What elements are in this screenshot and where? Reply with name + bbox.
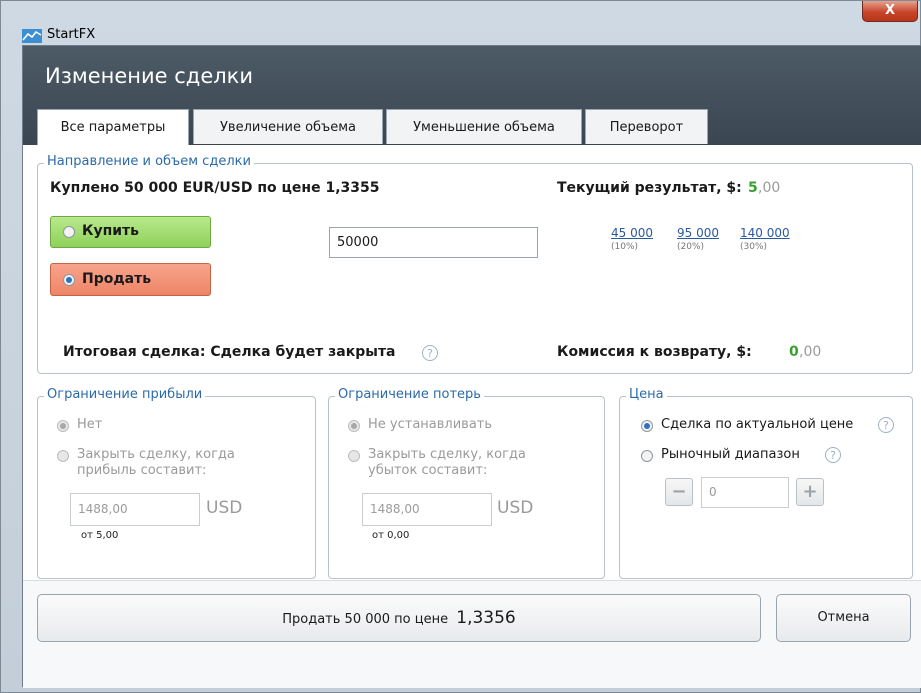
price-range-label: Рыночный диапазон [661, 447, 800, 462]
price-legend: Цена [626, 387, 667, 402]
quick-volume-95000-pct: (20%) [677, 242, 705, 252]
quick-volume-140000[interactable]: 140 000 [740, 226, 790, 240]
loss-min-note: от 0,00 [372, 530, 410, 541]
loss-currency: USD [497, 498, 534, 518]
final-deal-label: Итоговая сделка: Сделка будет закрыта [63, 344, 396, 360]
quick-volume-45000[interactable]: 45 000 [611, 226, 653, 240]
close-button[interactable]: X [862, 1, 918, 22]
current-result-dec: ,00 [758, 180, 781, 196]
buy-option-button[interactable]: Купить [50, 216, 211, 248]
sell-option-button[interactable]: Продать [50, 263, 211, 296]
profit-close-line1: Закрыть сделку, когда [77, 447, 235, 462]
tab-increase-volume[interactable]: Увеличение объема [193, 109, 383, 144]
submit-sell-text: Продать 50 000 по цене [282, 612, 449, 627]
loss-close-line1: Закрыть сделку, когда [368, 447, 526, 462]
direction-legend: Направление и объем сделки [44, 154, 254, 169]
sell-radio[interactable] [63, 274, 75, 286]
loss-close-line2: убыток составит: [368, 463, 488, 478]
buy-label: Купить [82, 223, 140, 239]
final-deal-help-icon[interactable]: ? [422, 345, 438, 361]
dialog-window: StartFX X Изменение сделки Все параметры… [0, 0, 921, 693]
submit-sell-price: 1,3356 [456, 608, 516, 628]
profit-none-label: Нет [77, 417, 103, 432]
sell-label: Продать [82, 271, 152, 287]
buy-radio[interactable] [63, 226, 75, 238]
quick-volume-95000[interactable]: 95 000 [677, 226, 719, 240]
title-bar[interactable]: StartFX X [1, 1, 920, 45]
profit-min-note: от 5,00 [81, 530, 119, 541]
profit-limit-legend: Ограничение прибыли [44, 387, 206, 402]
profit-currency: USD [206, 498, 243, 518]
quick-volume-45000-pct: (10%) [611, 242, 639, 252]
price-range-help-icon[interactable]: ? [825, 447, 841, 463]
price-current-label: Сделка по актуальной цене [661, 417, 854, 432]
profit-amount-input[interactable]: 1488,00 [70, 493, 200, 526]
volume-input[interactable]: 50000 [329, 227, 538, 258]
tab-decrease-volume[interactable]: Уменьшение объема [386, 109, 582, 144]
loss-close-radio[interactable] [348, 450, 360, 462]
action-bar: Продать 50 000 по цене 1,3356 Отмена [23, 580, 921, 688]
price-current-radio[interactable] [641, 420, 653, 432]
range-decrement-button[interactable]: − [665, 478, 693, 506]
loss-none-radio[interactable] [348, 420, 360, 432]
commission-label: Комиссия к возврату, $: [557, 344, 752, 360]
range-value-input[interactable]: 0 [701, 477, 789, 508]
commission-dec: ,00 [799, 344, 822, 360]
price-current-help-icon[interactable]: ? [878, 417, 894, 433]
tab-all-params[interactable]: Все параметры [37, 109, 189, 145]
cancel-button[interactable]: Отмена [776, 594, 911, 642]
profit-close-line2: прибыль составит: [77, 463, 207, 478]
current-result-label: Текущий результат, $: [557, 180, 742, 196]
profit-none-radio[interactable] [57, 420, 69, 432]
profit-close-radio[interactable] [57, 450, 69, 462]
loss-amount-input[interactable]: 1488,00 [362, 493, 492, 526]
window-title: StartFX [47, 27, 96, 42]
current-result-int: 5 [748, 180, 758, 196]
dialog-header: Изменение сделки Все параметры Увеличени… [23, 46, 921, 145]
submit-sell-button[interactable]: Продать 50 000 по цене 1,3356 [37, 594, 761, 642]
quick-volume-140000-pct: (30%) [740, 242, 768, 252]
bought-summary: Куплено 50 000 EUR/USD по цене 1,3355 [50, 180, 380, 196]
page-title: Изменение сделки [45, 64, 254, 88]
dialog-content: Изменение сделки Все параметры Увеличени… [22, 45, 921, 688]
loss-none-label: Не устанавливать [368, 417, 493, 432]
app-chart-icon [22, 29, 42, 43]
tab-reverse[interactable]: Переворот [585, 109, 708, 144]
range-increment-button[interactable]: + [796, 478, 824, 506]
price-range-radio[interactable] [641, 450, 653, 462]
loss-limit-legend: Ограничение потерь [335, 387, 484, 402]
commission-int: 0 [789, 344, 799, 360]
